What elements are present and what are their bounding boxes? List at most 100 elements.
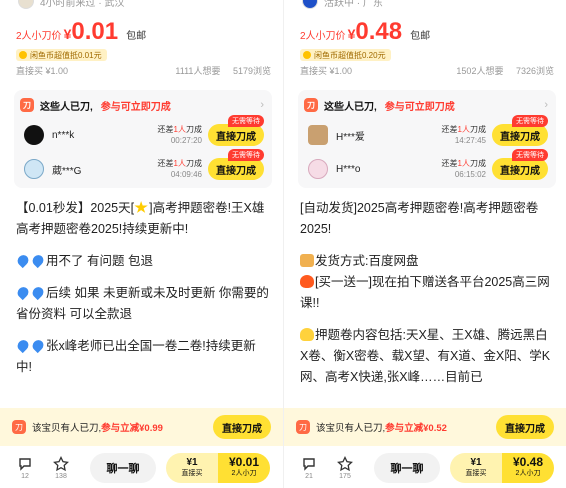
direct-price: 直接买 ¥1.00 <box>16 66 69 76</box>
pin-emoji-icon <box>15 252 31 269</box>
package-emoji-icon <box>300 254 314 267</box>
pin-emoji-icon <box>30 284 46 301</box>
star-emoji-icon <box>134 201 148 213</box>
seller-avatar[interactable] <box>18 0 34 9</box>
meta-row: 直接买 ¥1.00 1111人想要 5179浏览 <box>16 64 271 77</box>
wants-count: 1502人想要 <box>456 66 504 76</box>
seller-info: 活跃中 · 广东 <box>324 0 383 9</box>
cut-highlight: 参与可立即刀成 <box>100 101 171 113</box>
cutter-need: 还差1人刀成 14:27:45 <box>441 125 486 145</box>
knife-icon: 刀 <box>12 420 26 434</box>
cutter-name: n***k <box>52 129 75 141</box>
knife-icon: 刀 <box>20 98 34 112</box>
seller-line: 活跃中 · 广东 <box>302 0 383 9</box>
price-value: 0.01 <box>71 18 119 45</box>
item-description: 【0.01秒发】2025天[]高考押题密卷!王X雄高考押题密卷2025!持续更新… <box>15 201 269 374</box>
avatar <box>308 159 328 179</box>
views-count: 5179浏览 <box>232 66 271 76</box>
cutter-row: H***o 还差1人刀成 06:15:02 无需等待 直接刀成 <box>308 149 548 184</box>
comment-icon <box>303 458 315 471</box>
pin-emoji-icon <box>15 284 31 301</box>
pin-emoji-icon <box>30 337 46 354</box>
knife-icon: 刀 <box>304 98 318 112</box>
coin-icon <box>303 51 311 59</box>
direct-price: 直接买 ¥1.00 <box>300 66 353 76</box>
cutter-timer: 06:15:02 <box>454 170 486 179</box>
buy-now-button[interactable]: ¥1 直接买 <box>166 453 218 483</box>
promo-bar: 刀 该宝贝有人已刀,参与立减¥0.99 直接刀成 <box>0 408 283 446</box>
coin-badge: 闲鱼币超值抵0.20元 <box>300 49 391 61</box>
chevron-right-icon: › <box>260 99 264 111</box>
cutter-row: n***k 还差1人刀成 00:27:20 无需等待 直接刀成 <box>24 115 264 150</box>
chat-button[interactable]: 聊一聊 <box>90 453 156 483</box>
seller-info: 4小时前来过 · 武汉 <box>40 0 125 9</box>
cut-card-header[interactable]: 刀 这些人已刀, 参与可立即刀成 › <box>304 96 548 114</box>
item-description: [自动发货]2025高考押题密卷!高考押题密卷2025! 发货方式:百度网盘 [… <box>300 201 551 384</box>
cutter-need: 还差1人刀成 04:09:46 <box>157 159 202 179</box>
cutter-need: 还差1人刀成 00:27:20 <box>157 125 202 145</box>
no-wait-tag: 无需等待 <box>228 149 264 161</box>
price-value: 0.48 <box>355 18 403 45</box>
cutter-row: 葳***G 还差1人刀成 04:09:46 无需等待 直接刀成 <box>24 149 264 184</box>
cutter-row: H***爱 还差1人刀成 14:27:45 无需等待 直接刀成 <box>308 115 548 150</box>
coin-icon <box>19 51 27 59</box>
coin-badge-text: 闲鱼币超值抵0.20元 <box>314 50 386 60</box>
no-wait-tag: 无需等待 <box>512 149 548 161</box>
pin-emoji-icon <box>15 337 31 354</box>
cut-card: 刀 这些人已刀, 参与可立即刀成 › n***k 还差1人刀成 00:27:20… <box>14 90 272 188</box>
direct-cut-button[interactable]: 无需等待 直接刀成 <box>492 149 548 180</box>
views-count: 7326浏览 <box>515 66 554 76</box>
cutter-name: H***o <box>336 163 361 175</box>
cut-highlight: 参与可立即刀成 <box>384 101 455 113</box>
comment-icon <box>19 458 31 471</box>
cutter-name: H***爱 <box>336 131 365 143</box>
favorite-button[interactable]: 138 <box>46 456 76 480</box>
listing-panel-left: 4小时前来过 · 武汉 2人小刀价 ¥ 0.01 包邮 闲鱼币超值抵0.01元 … <box>0 0 283 488</box>
promo-cut-button[interactable]: 直接刀成 <box>213 415 271 439</box>
cutter-need: 还差1人刀成 06:15:02 <box>441 159 486 179</box>
cut-title: 这些人已刀, <box>40 101 93 113</box>
comment-button[interactable]: 21 <box>294 456 324 480</box>
bottom-bar: 12 138 聊一聊 ¥1 直接买 ¥0.01 2人小刀 <box>0 448 283 488</box>
cut-card: 刀 这些人已刀, 参与可立即刀成 › H***爱 还差1人刀成 14:27:45… <box>298 90 556 188</box>
promo-cut-button[interactable]: 直接刀成 <box>496 415 554 439</box>
chat-button[interactable]: 聊一聊 <box>374 453 440 483</box>
fire-emoji-icon <box>300 275 314 288</box>
promo-text: 该宝贝有人已刀,参与立减¥0.52 <box>316 423 447 434</box>
price-currency: ¥ <box>63 26 72 42</box>
promo-bar: 刀 该宝贝有人已刀,参与立减¥0.52 直接刀成 <box>284 408 566 446</box>
coin-badge-text: 闲鱼币超值抵0.01元 <box>30 50 102 60</box>
direct-cut-button[interactable]: 无需等待 直接刀成 <box>208 115 264 146</box>
group-cut-button[interactable]: ¥0.01 2人小刀 <box>218 453 270 483</box>
avatar <box>24 159 44 179</box>
cutter-name: 葳***G <box>52 165 82 177</box>
listing-panel-right: 活跃中 · 广东 2人小刀价 ¥ 0.48 包邮 闲鱼币超值抵0.20元 直接买… <box>283 0 566 488</box>
direct-cut-button[interactable]: 无需等待 直接刀成 <box>208 149 264 180</box>
cutter-timer: 14:27:45 <box>454 136 486 145</box>
cut-title: 这些人已刀, <box>324 101 377 113</box>
no-wait-tag: 无需等待 <box>512 115 548 127</box>
no-wait-tag: 无需等待 <box>228 115 264 127</box>
wants-count: 1111人想要 <box>175 66 221 76</box>
buy-now-button[interactable]: ¥1 直接买 <box>450 453 502 483</box>
knife-icon: 刀 <box>296 420 310 434</box>
shipping-label: 包邮 <box>126 31 147 42</box>
shipping-label: 包邮 <box>410 31 431 42</box>
coin-badge: 闲鱼币超值抵0.01元 <box>16 49 107 61</box>
star-icon <box>337 456 353 472</box>
promo-text: 该宝贝有人已刀,参与立减¥0.99 <box>32 423 163 434</box>
cutter-timer: 00:27:20 <box>170 136 202 145</box>
meta-row: 直接买 ¥1.00 1502人想要 7326浏览 <box>300 64 554 77</box>
price-currency: ¥ <box>347 26 356 42</box>
group-cut-button[interactable]: ¥0.48 2人小刀 <box>502 453 554 483</box>
comment-button[interactable]: 12 <box>10 456 40 480</box>
favorite-button[interactable]: 175 <box>330 456 360 480</box>
price-row: 2人小刀价 ¥ 0.48 包邮 <box>300 18 430 46</box>
seller-line: 4小时前来过 · 武汉 <box>18 0 125 9</box>
cut-card-header[interactable]: 刀 这些人已刀, 参与可立即刀成 › <box>20 96 264 114</box>
seller-avatar[interactable] <box>302 0 318 9</box>
bulb-emoji-icon <box>300 328 314 341</box>
pin-emoji-icon <box>30 252 46 269</box>
direct-cut-button[interactable]: 无需等待 直接刀成 <box>492 115 548 146</box>
price-row: 2人小刀价 ¥ 0.01 包邮 <box>16 18 146 46</box>
